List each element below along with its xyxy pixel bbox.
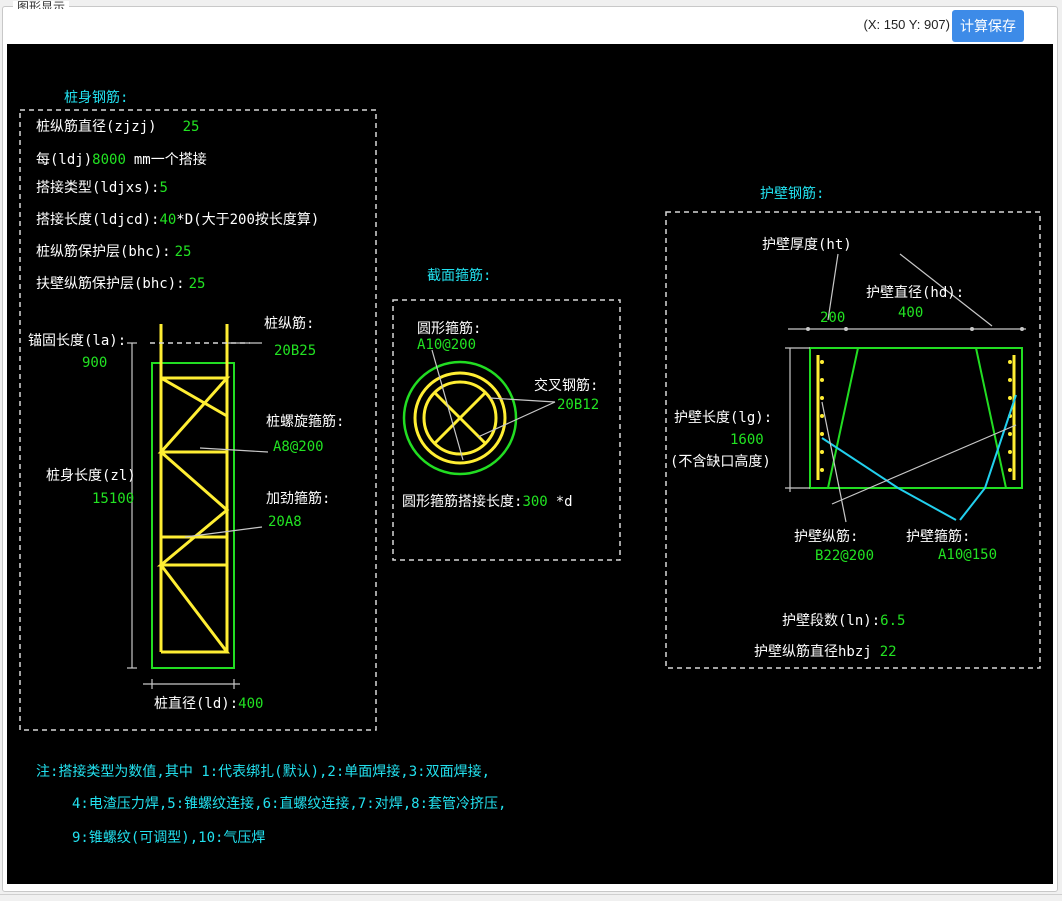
- wall-segment-count: 护壁段数(ln):6.5: [782, 613, 905, 629]
- circle-stirrup-label: 圆形箍筋:: [417, 320, 481, 337]
- wall-stirrup-label: 护壁箍筋:: [906, 528, 970, 545]
- wall-heading: 护壁钢筋:: [760, 185, 824, 202]
- stiffener-label: 加劲箍筋:: [266, 490, 330, 507]
- note-line: 4:电渣压力焊,5:锥螺纹连接,6:直螺纹连接,7:对焊,8:套管冷挤压,: [72, 795, 506, 812]
- drawing-canvas[interactable]: 桩身钢筋: 截面箍筋: 护壁钢筋: 桩纵筋直径(zjzj) 25 每(ldj)80…: [7, 44, 1053, 884]
- pile-length-value: 15100: [92, 491, 134, 507]
- wall-stirrup-value: A10@150: [938, 547, 997, 563]
- cursor-coordinates: (X: 150 Y: 907): [863, 17, 951, 32]
- note-line: 9:锥螺纹(可调型),10:气压焊: [72, 830, 265, 846]
- pile-spiral-label: 桩螺旋箍筋:: [266, 413, 344, 430]
- wall-thickness-value: 200: [820, 310, 845, 326]
- anchor-length-value: 900: [82, 355, 107, 371]
- wall-length-value: 1600: [730, 432, 764, 448]
- wall-diameter-value: 400: [898, 305, 923, 321]
- wall-diameter-label: 护壁直径(hd):: [866, 284, 964, 301]
- pile-param-row: 搭接长度(ldjcd):40*D(大于200按长度算): [36, 211, 319, 228]
- circle-lap-length: 圆形箍筋搭接长度:300 *d: [402, 493, 573, 510]
- stiffener-value: 20A8: [268, 514, 302, 530]
- pile-long-bar-value: 20B25: [274, 343, 316, 359]
- pile-param-row: 搭接类型(ldjxs):5: [36, 179, 168, 196]
- section-heading: 截面箍筋:: [427, 267, 491, 284]
- bottom-border: [0, 894, 1062, 895]
- pile-param-row: 桩纵筋保护层(bhc): 25: [36, 243, 191, 260]
- wall-thickness-label: 护壁厚度(ht): [762, 237, 852, 253]
- wall-length-label: 护壁长度(lg):: [674, 410, 772, 426]
- panel-title: 图形显示: [13, 1, 70, 9]
- wall-long-bar-value: B22@200: [815, 548, 874, 564]
- circle-stirrup-value: A10@200: [417, 337, 476, 353]
- calculate-save-button[interactable]: 计算保存: [952, 10, 1024, 42]
- note-line: 注:搭接类型为数值,其中 1:代表绑扎(默认),2:单面焊接,3:双面焊接,: [36, 763, 490, 780]
- pile-length-label: 桩身长度(zl): [46, 467, 136, 484]
- pile-diameter: 桩直径(ld):400: [154, 695, 263, 712]
- pile-param-row: 每(ldj)8000 mm一个搭接: [36, 151, 207, 168]
- pile-param-row: 扶壁纵筋保护层(bhc): 25: [36, 275, 205, 292]
- wall-length-note: (不含缺口高度): [670, 453, 771, 470]
- wall-long-bar-label: 护壁纵筋:: [794, 528, 858, 545]
- anchor-length-label: 锚固长度(la):: [28, 333, 126, 349]
- pile-spiral-value: A8@200: [273, 439, 324, 455]
- pile-long-bar-label: 桩纵筋:: [264, 315, 314, 332]
- cross-bar-label: 交叉钢筋:: [534, 377, 598, 394]
- cross-bar-value: 20B12: [557, 397, 599, 413]
- pile-heading: 桩身钢筋:: [64, 89, 128, 106]
